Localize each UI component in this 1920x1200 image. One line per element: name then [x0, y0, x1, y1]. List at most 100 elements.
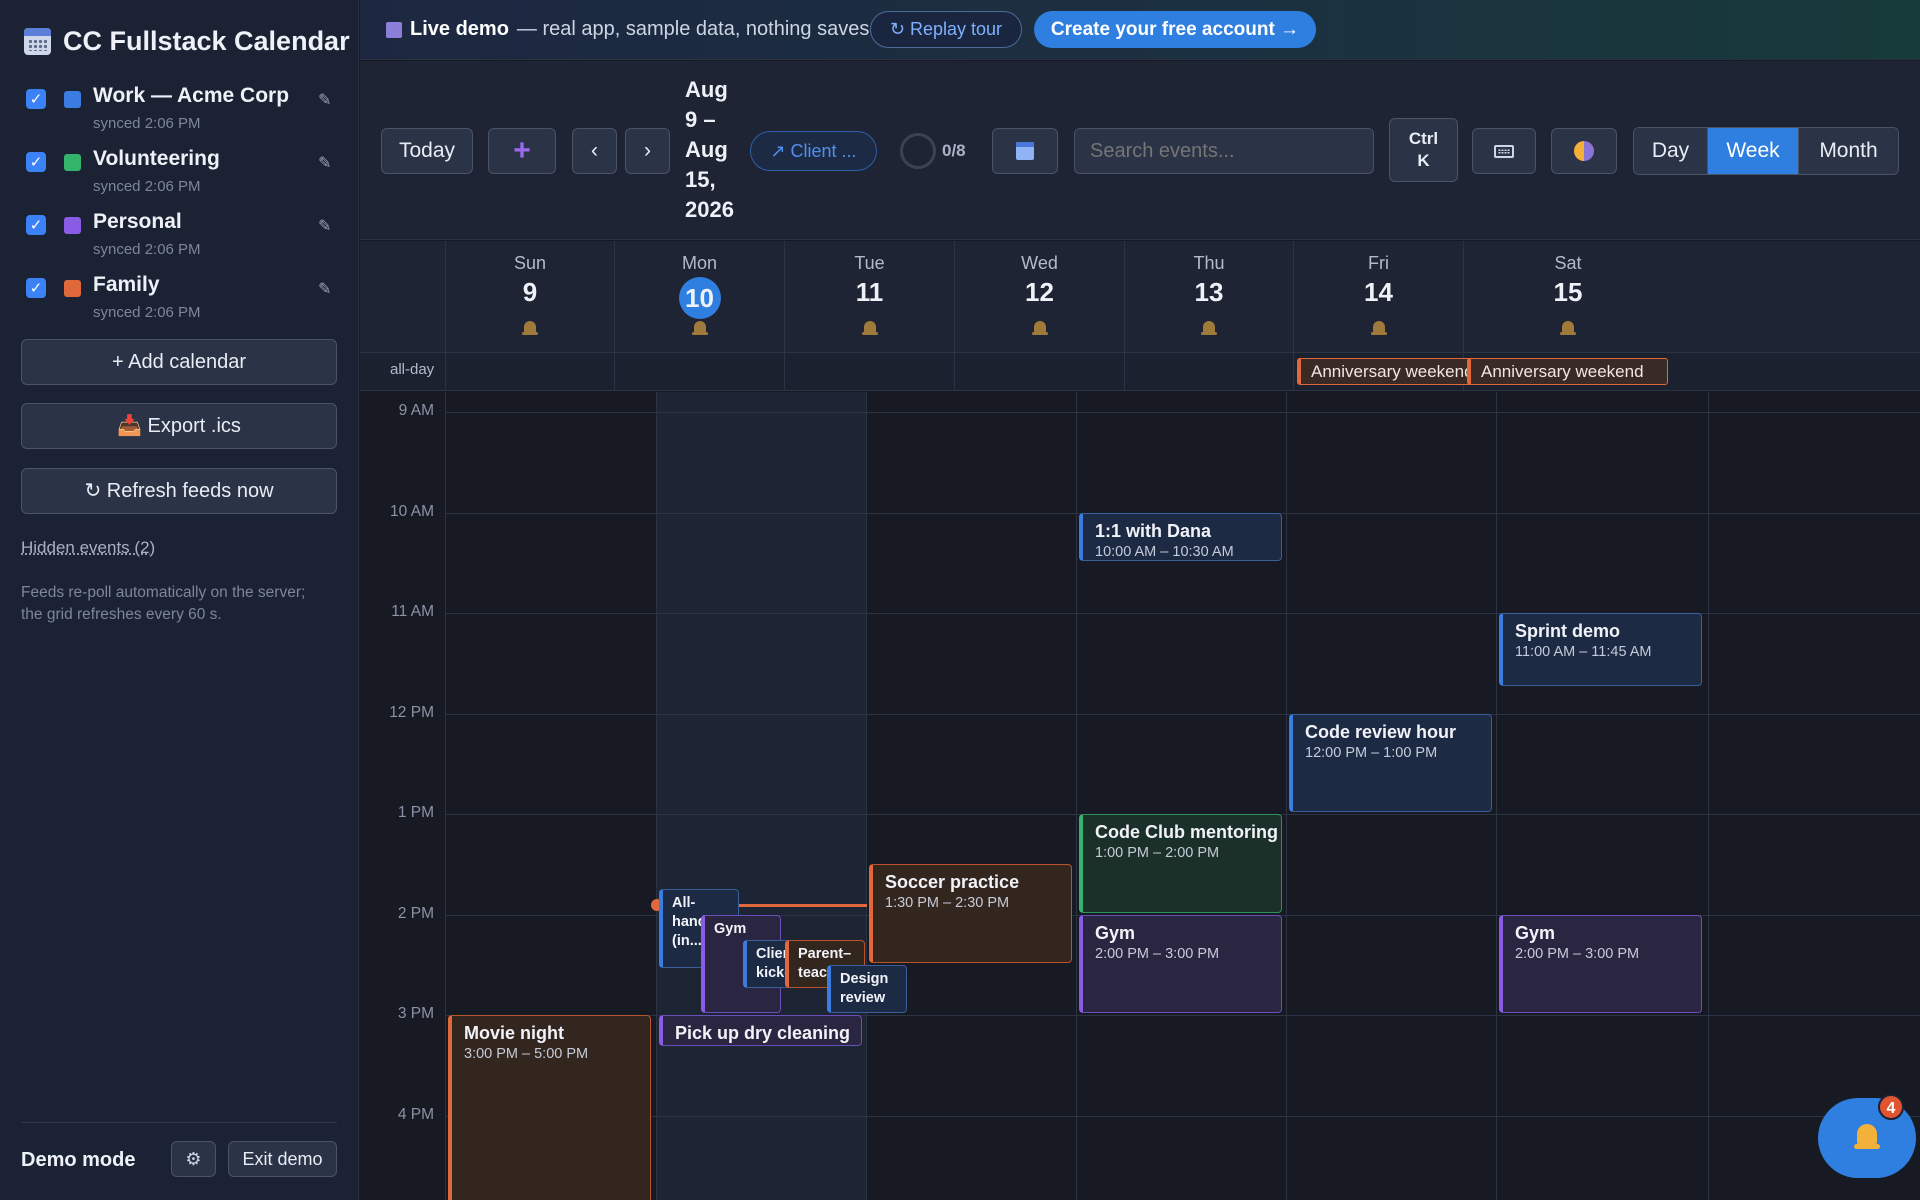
calendar-visibility-checkbox[interactable]: ✓ — [26, 89, 46, 109]
bell-icon[interactable] — [1560, 319, 1576, 337]
all-day-cell[interactable] — [1293, 353, 1294, 391]
bell-icon[interactable] — [522, 319, 538, 337]
day-number: 15 — [1553, 277, 1583, 307]
event-block[interactable]: Gym 2:00 PM – 3:00 PM — [1079, 914, 1282, 1014]
day-header-sat[interactable]: Sat 15 — [1463, 241, 1672, 352]
event-time: 3:00 PM – 5:00 PM — [464, 1046, 589, 1063]
search-input[interactable] — [1074, 128, 1374, 174]
bell-icon[interactable] — [1370, 319, 1387, 337]
replay-tour-button[interactable]: ↻ Replay tour — [870, 11, 1022, 48]
calendar-item[interactable]: ✓ Work — Acme Corp synced 2:06 PM ✎ — [26, 84, 336, 140]
event-title: Gym — [1515, 922, 1556, 943]
pencil-icon[interactable]: ✎ — [318, 279, 336, 298]
calendar-item[interactable]: ✓ Volunteering synced 2:06 PM ✎ — [26, 147, 336, 203]
live-demo-label: Live demo — [410, 18, 509, 40]
command-palette-button[interactable]: Ctrl K — [1389, 118, 1458, 182]
calendar-item[interactable]: ✓ Family synced 2:06 PM ✎ — [26, 273, 336, 329]
day-header-wed[interactable]: Wed 12 — [954, 241, 1124, 352]
hour-label: 9 AM — [398, 402, 434, 420]
calendar-item[interactable]: ✓ Personal synced 2:06 PM ✎ — [26, 210, 336, 266]
pencil-icon[interactable]: ✎ — [318, 153, 336, 172]
event-block[interactable]: Soccer practice 1:30 PM – 2:30 PM — [869, 864, 1072, 963]
day-header-fri[interactable]: Fri 14 — [1293, 241, 1463, 352]
event-title: Gym — [714, 920, 747, 937]
bell-icon[interactable] — [1031, 319, 1048, 337]
view-month-button[interactable]: Month — [1799, 128, 1898, 174]
bell-icon[interactable] — [1201, 319, 1217, 337]
all-day-event[interactable]: Anniversary weekend — [1467, 358, 1668, 385]
day-number: 11 — [855, 277, 884, 307]
day-header-tue[interactable]: Tue 11 — [784, 241, 954, 352]
calendar-synced-time: synced 2:06 PM — [93, 178, 201, 195]
sidebar: CC Fullstack Calendar ✓ Work — Acme Corp s… — [0, 0, 359, 1200]
day-header-thu[interactable]: Thu 13 — [1124, 241, 1293, 352]
pencil-icon[interactable]: ✎ — [318, 90, 336, 109]
create-account-button[interactable]: Create your free account → — [1034, 11, 1316, 48]
next-week-button[interactable]: › — [625, 128, 670, 174]
hour-label: 1 PM — [397, 804, 434, 822]
hour-label: 4 PM — [397, 1105, 434, 1123]
event-block[interactable]: Movie night 3:00 PM – 5:00 PM — [448, 1015, 651, 1200]
hidden-events-link[interactable]: Hidden events (2) — [21, 538, 155, 558]
weekday-label: Mon — [681, 253, 717, 273]
calendar-synced-time: synced 2:06 PM — [93, 241, 201, 258]
event-title: Movie night — [464, 1023, 564, 1044]
pencil-icon[interactable]: ✎ — [318, 216, 336, 235]
event-title: 1:1 with Dana — [1095, 520, 1212, 541]
exit-demo-button[interactable]: Exit demo — [228, 1141, 337, 1177]
today-button[interactable]: Today — [381, 128, 473, 174]
calendar-visibility-checkbox[interactable]: ✓ — [26, 215, 46, 235]
keyboard-shortcuts-button[interactable] — [1472, 128, 1536, 174]
prev-week-button[interactable]: ‹ — [572, 128, 617, 174]
plus-icon: + — [513, 134, 531, 167]
event-block[interactable]: Code Club mentoring 1:00 PM – 2:00 PM — [1079, 814, 1282, 913]
all-day-cell[interactable] — [784, 353, 785, 391]
view-day-button[interactable]: Day — [1634, 128, 1708, 174]
day-number: 12 — [1025, 277, 1054, 307]
event-block[interactable]: Gym 2:00 PM – 3:00 PM — [1499, 914, 1702, 1014]
theme-icon — [1574, 141, 1594, 162]
day-header-mon[interactable]: Mon 10 — [614, 241, 784, 352]
bell-icon[interactable] — [691, 319, 708, 337]
week-grid[interactable]: 9 AM10 AM11 AM12 PM1 PM2 PM3 PM4 PM5 PM1… — [360, 392, 1920, 1200]
export-ics-button[interactable]: 📥 Export .ics — [21, 403, 337, 449]
gear-icon: ⚙ — [185, 1149, 202, 1169]
event-block[interactable]: Sprint demo 11:00 AM – 11:45 AM — [1499, 613, 1702, 687]
calendar-visibility-checkbox[interactable]: ✓ — [26, 152, 46, 172]
add-event-button[interactable]: + — [488, 128, 556, 174]
chevron-left-icon: ‹ — [591, 139, 598, 162]
calendar-visibility-checkbox[interactable]: ✓ — [26, 278, 46, 298]
all-day-cell[interactable] — [445, 353, 446, 391]
bell-icon[interactable] — [861, 319, 878, 337]
day-divider — [1076, 392, 1077, 1200]
event-title: Design review — [840, 970, 889, 1006]
event-block[interactable]: Code review hour 12:00 PM – 1:00 PM — [1289, 713, 1492, 813]
event-title: Pick up dry cleaning — [675, 1023, 851, 1044]
all-day-cell[interactable] — [1124, 353, 1125, 391]
calendar-synced-time: synced 2:06 PM — [93, 115, 201, 132]
day-header-sun[interactable]: Sun 9 — [445, 241, 614, 352]
calendar-name: Personal — [93, 210, 182, 233]
settings-gear-button[interactable]: ⚙ — [171, 1141, 216, 1177]
event-time: 12:00 PM – 1:00 PM — [1305, 744, 1438, 761]
all-day-label: all-day — [390, 361, 435, 378]
view-week-button[interactable]: Week — [1708, 128, 1799, 174]
day-divider — [1708, 392, 1709, 1200]
sync-progress: 0/8 — [900, 133, 980, 169]
client-filter-chip[interactable]: ↗ Client ... — [750, 131, 877, 171]
theme-toggle-button[interactable] — [1551, 128, 1617, 174]
event-title: Code Club mentoring — [1095, 822, 1278, 843]
day-number: 10 — [678, 277, 721, 319]
event-block[interactable]: Design review — [827, 964, 907, 1014]
notifications-button[interactable]: 4 — [1818, 1094, 1916, 1178]
all-day-cell[interactable] — [954, 353, 955, 391]
mini-calendar-button[interactable] — [992, 128, 1058, 174]
event-block[interactable]: Pick up dry cleaning — [659, 1015, 862, 1047]
banner-text: Live demo — real app, sample data, nothi… — [386, 18, 875, 41]
all-day-cell[interactable] — [614, 353, 615, 391]
calendar-color-swatch — [64, 217, 81, 234]
refresh-feeds-button[interactable]: ↻ Refresh feeds now — [21, 468, 337, 514]
event-block[interactable]: 1:1 with Dana 10:00 AM – 10:30 AM — [1079, 512, 1282, 561]
event-time: 10:00 AM – 10:30 AM — [1095, 543, 1234, 560]
add-calendar-button[interactable]: + Add calendar — [21, 339, 337, 385]
